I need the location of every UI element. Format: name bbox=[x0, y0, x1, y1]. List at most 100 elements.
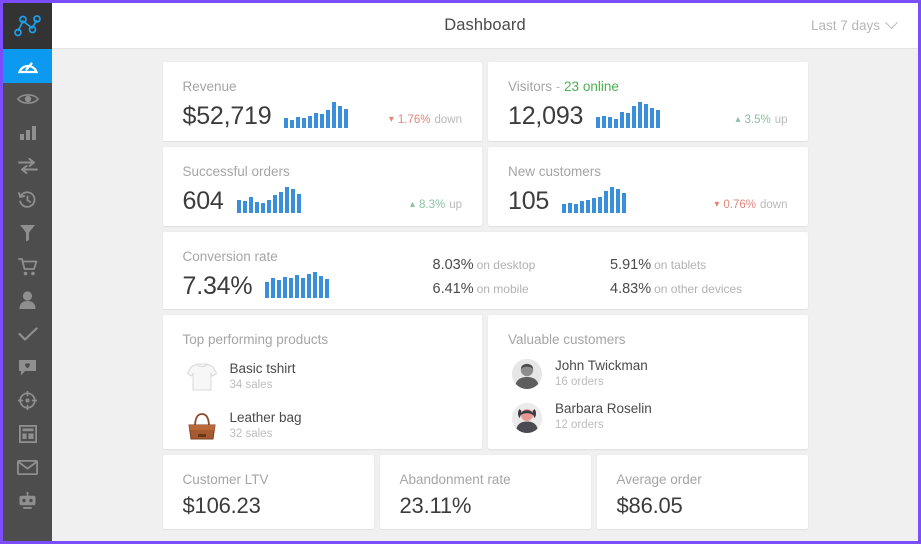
card-visitors[interactable]: Visitors - 23 online 12,093 ▴ 3.5% up bbox=[488, 62, 808, 141]
app-logo[interactable] bbox=[3, 3, 52, 49]
dashboard-content: Revenue $52,719 ▾ 1.76% down bbox=[52, 49, 918, 541]
list-item-text: Basic tshirt 34 sales bbox=[230, 361, 296, 393]
sparkline-bar bbox=[592, 198, 596, 213]
breakdown-label: on desktop bbox=[477, 258, 536, 272]
card-label: Visitors - 23 online bbox=[508, 79, 788, 94]
metric-value: 23.11% bbox=[400, 495, 571, 517]
product-sales: 32 sales bbox=[230, 427, 302, 443]
sparkline-bar bbox=[326, 110, 330, 128]
sparkline-bar bbox=[285, 187, 289, 213]
card-average-order[interactable]: Average order $86.05 bbox=[597, 455, 808, 529]
breakdown-value: 6.41% bbox=[433, 281, 474, 297]
list-item[interactable]: Leather bag 32 sales bbox=[183, 407, 463, 445]
page-title: Dashboard bbox=[52, 16, 918, 35]
sparkline-chart bbox=[284, 100, 348, 128]
card-label-text: Visitors bbox=[508, 79, 552, 94]
sidebar-item-tasks[interactable] bbox=[3, 317, 52, 351]
metric-value: $106.23 bbox=[183, 495, 354, 517]
breakdown-item: 6.41%on mobile bbox=[433, 281, 611, 297]
metric-value: 7.34% bbox=[183, 274, 253, 299]
card-conversion-rate[interactable]: Conversion rate 7.34% 8.03%on desktop bbox=[163, 232, 808, 309]
sidebar-item-automation[interactable] bbox=[3, 485, 52, 519]
list-item[interactable]: Barbara Roselin 12 orders bbox=[508, 401, 788, 433]
sidebar-item-goals[interactable] bbox=[3, 384, 52, 418]
sidebar-item-history[interactable] bbox=[3, 183, 52, 217]
sparkline-bar bbox=[267, 200, 271, 213]
product-sales: 34 sales bbox=[230, 378, 296, 394]
card-customer-ltv[interactable]: Customer LTV $106.23 bbox=[163, 455, 374, 529]
card-revenue[interactable]: Revenue $52,719 ▾ 1.76% down bbox=[163, 62, 483, 141]
cart-icon bbox=[18, 258, 38, 276]
sidebar-item-visitors[interactable] bbox=[3, 83, 52, 117]
eye-icon bbox=[17, 92, 39, 106]
sparkline-bar bbox=[302, 118, 306, 128]
avatar bbox=[512, 403, 542, 433]
sidebar-item-dashboard[interactable] bbox=[3, 49, 52, 83]
sparkline-bar bbox=[604, 191, 608, 213]
card-new-customers[interactable]: New customers 105 ▾ 0.76% down bbox=[488, 147, 808, 226]
breakdown-column: 8.03%on desktop 6.41%on mobile bbox=[433, 257, 611, 293]
date-range-label: Last 7 days bbox=[811, 18, 880, 33]
card-label: Customer LTV bbox=[183, 472, 354, 487]
sidebar-item-statistics[interactable] bbox=[3, 116, 52, 150]
card-label: Abandonment rate bbox=[400, 472, 571, 487]
metric-value: 12,093 bbox=[508, 104, 583, 129]
metrics-row-5: Customer LTV $106.23 Abandonment rate 23… bbox=[163, 455, 808, 529]
sparkline-bar bbox=[301, 278, 305, 298]
sidebar-item-customers[interactable] bbox=[3, 284, 52, 318]
card-abandonment-rate[interactable]: Abandonment rate 23.11% bbox=[380, 455, 591, 529]
list-item[interactable]: John Twickman 16 orders bbox=[508, 358, 788, 390]
card-top-products[interactable]: Top performing products Basic tshirt bbox=[163, 315, 483, 449]
sparkline-bar bbox=[325, 279, 329, 298]
metric-value: 604 bbox=[183, 189, 224, 214]
sparkline-bar bbox=[320, 114, 324, 128]
chevron-down-icon bbox=[885, 16, 898, 29]
sidebar bbox=[3, 3, 52, 541]
sidebar-item-transfers[interactable] bbox=[3, 150, 52, 184]
sparkline-chart bbox=[562, 185, 626, 213]
sidebar-item-layouts[interactable] bbox=[3, 418, 52, 452]
sparkline-bar bbox=[622, 193, 626, 213]
caret-up-icon: ▴ bbox=[410, 200, 415, 210]
sparkline-bar bbox=[297, 194, 301, 213]
card-label: Conversion rate bbox=[183, 249, 433, 264]
delta-word: down bbox=[760, 199, 788, 211]
metric-value: $52,719 bbox=[183, 104, 272, 129]
sparkline-bar bbox=[614, 119, 618, 128]
sparkline-bar bbox=[644, 104, 648, 128]
sparkline-bar bbox=[580, 201, 584, 213]
delta-value: 1.76% bbox=[398, 114, 431, 126]
card-successful-orders[interactable]: Successful orders 604 ▴ 8.3% up bbox=[163, 147, 483, 226]
metric-value: $86.05 bbox=[617, 495, 788, 517]
card-valuable-customers[interactable]: Valuable customers bbox=[488, 315, 808, 449]
sparkline-bar bbox=[602, 116, 606, 128]
funnel-icon bbox=[19, 224, 36, 242]
metrics-row-3: Conversion rate 7.34% 8.03%on desktop bbox=[163, 232, 808, 309]
list-item[interactable]: Basic tshirt 34 sales bbox=[183, 358, 463, 396]
sidebar-item-mail[interactable] bbox=[3, 451, 52, 485]
sparkline-bar bbox=[261, 203, 265, 213]
sidebar-item-feedback[interactable] bbox=[3, 351, 52, 385]
breakdown-label: on other devices bbox=[654, 282, 742, 296]
target-icon bbox=[18, 391, 37, 410]
sparkline-bar bbox=[289, 278, 293, 298]
sparkline-bar bbox=[608, 117, 612, 128]
date-range-selector[interactable]: Last 7 days bbox=[811, 18, 896, 33]
sparkline-bar bbox=[296, 117, 300, 128]
sidebar-item-orders[interactable] bbox=[3, 250, 52, 284]
sparkline-bar bbox=[598, 197, 602, 213]
sparkline-bar bbox=[616, 189, 620, 213]
tshirt-thumbnail bbox=[183, 358, 221, 396]
sparkline-bar bbox=[283, 277, 287, 298]
sparkline-bar bbox=[277, 280, 281, 298]
sparkline-bar bbox=[237, 200, 241, 213]
sparkline-chart bbox=[237, 185, 301, 213]
sidebar-item-funnel[interactable] bbox=[3, 217, 52, 251]
product-name: Basic tshirt bbox=[230, 361, 296, 378]
sparkline-bar bbox=[574, 204, 578, 213]
list-item-text: John Twickman 16 orders bbox=[555, 358, 648, 390]
delta-value: 8.3% bbox=[419, 199, 445, 211]
sparkline-bar bbox=[596, 117, 600, 128]
sparkline-bar bbox=[308, 116, 312, 128]
history-icon bbox=[18, 191, 37, 209]
